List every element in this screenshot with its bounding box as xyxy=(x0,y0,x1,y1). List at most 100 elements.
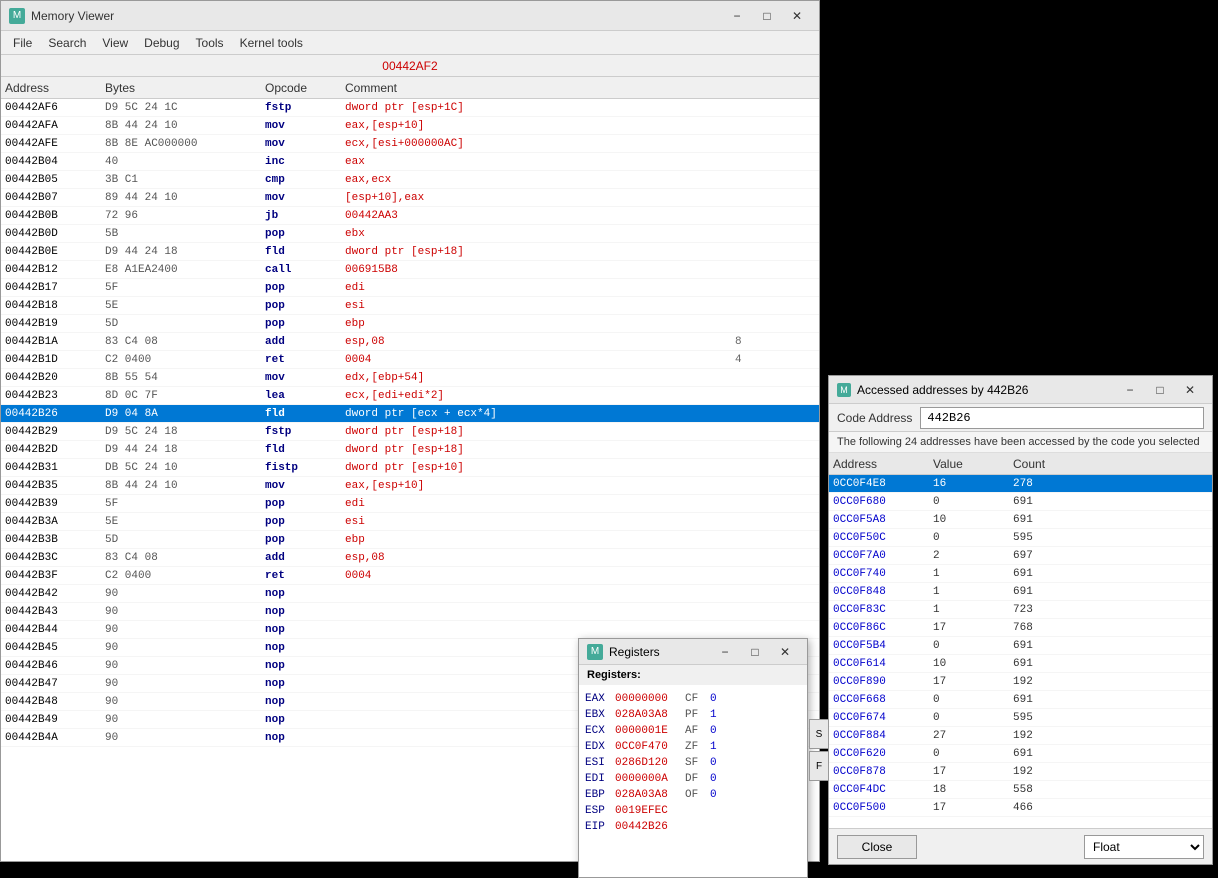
disasm-row[interactable]: 00442B4290nop xyxy=(1,585,819,603)
disasm-cell-addr: 00442B0B xyxy=(5,210,105,222)
accessed-row[interactable]: 0CC0F6200691 xyxy=(829,745,1212,763)
accessed-row[interactable]: 0CC0F86C17768 xyxy=(829,619,1212,637)
accessed-row[interactable]: 0CC0F83C1723 xyxy=(829,601,1212,619)
dialog-title-left: M Accessed addresses by 442B26 xyxy=(837,383,1028,397)
accessed-row[interactable]: 0CC0F4E816278 xyxy=(829,475,1212,493)
disasm-cell-addr: 00442AFA xyxy=(5,120,105,132)
disasm-row[interactable]: 00442B175Fpopedi xyxy=(1,279,819,297)
disasm-row[interactable]: 00442AFA8B 44 24 10moveax,[esp+10] xyxy=(1,117,819,135)
disasm-row[interactable]: 00442B0440inceax xyxy=(1,153,819,171)
disasm-row[interactable]: 00442B3C83 C4 08addesp,08 xyxy=(1,549,819,567)
col-header-accessed-count: Count xyxy=(1013,457,1188,471)
disasm-row[interactable]: 00442B4490nop xyxy=(1,621,819,639)
accessed-row[interactable]: 0CC0F50017466 xyxy=(829,799,1212,817)
disasm-row[interactable]: 00442B3FC2 0400ret0004 xyxy=(1,567,819,585)
accessed-row[interactable]: 0CC0F87817192 xyxy=(829,763,1212,781)
accessed-row[interactable]: 0CC0F6740595 xyxy=(829,709,1212,727)
disasm-row[interactable]: 00442B195Dpopebp xyxy=(1,315,819,333)
reg-minimize-button[interactable]: − xyxy=(711,642,739,662)
disasm-row[interactable]: 00442B0D5Bpopebx xyxy=(1,225,819,243)
disasm-row[interactable]: 00442AFE8B 8E AC000000movecx,[esi+000000… xyxy=(1,135,819,153)
register-row: EIP00442B26 xyxy=(585,819,801,835)
disasm-cell-bytes: 5B xyxy=(105,228,265,240)
disasm-row[interactable]: 00442B29D9 5C 24 18fstpdword ptr [esp+18… xyxy=(1,423,819,441)
accessed-cell-value: 0 xyxy=(933,640,1013,652)
menu-search[interactable]: Search xyxy=(40,34,94,52)
register-name: EBX xyxy=(585,709,615,721)
accessed-cell-count: 691 xyxy=(1013,658,1208,670)
code-address-input[interactable]: 442B26 xyxy=(920,407,1204,429)
menu-view[interactable]: View xyxy=(94,34,136,52)
disasm-row[interactable]: 00442B1DC2 0400ret00044 xyxy=(1,351,819,369)
register-value: 0000000A xyxy=(615,773,685,785)
menu-kernel[interactable]: Kernel tools xyxy=(232,34,311,52)
close-button[interactable]: ✕ xyxy=(783,6,811,26)
disasm-cell-bytes: D9 44 24 18 xyxy=(105,444,265,456)
disasm-cell-addr: 00442B31 xyxy=(5,462,105,474)
disasm-row[interactable]: 00442B26D9 04 8Aflddword ptr [ecx + ecx*… xyxy=(1,405,819,423)
code-address-row: Code Address 442B26 xyxy=(829,404,1212,432)
minimize-button[interactable]: − xyxy=(723,6,751,26)
disasm-row[interactable]: 00442B31DB 5C 24 10fistpdword ptr [esp+1… xyxy=(1,459,819,477)
disasm-cell-opcode: pop xyxy=(265,300,345,312)
accessed-row[interactable]: 0CC0F88427192 xyxy=(829,727,1212,745)
accessed-row[interactable]: 0CC0F61410691 xyxy=(829,655,1212,673)
accessed-row[interactable]: 0CC0F7A02697 xyxy=(829,547,1212,565)
type-dropdown[interactable]: FloatIntegerHex xyxy=(1084,835,1204,859)
accessed-row[interactable]: 0CC0F4DC18558 xyxy=(829,781,1212,799)
accessed-minimize-button[interactable]: − xyxy=(1116,380,1144,400)
reg-maximize-button[interactable]: □ xyxy=(741,642,769,662)
accessed-cell-addr: 0CC0F674 xyxy=(833,712,933,724)
accessed-row[interactable]: 0CC0F6800691 xyxy=(829,493,1212,511)
accessed-row[interactable]: 0CC0F89017192 xyxy=(829,673,1212,691)
accessed-table[interactable]: 0CC0F4E8162780CC0F68006910CC0F5A8106910C… xyxy=(829,475,1212,828)
maximize-button[interactable]: □ xyxy=(753,6,781,26)
dialog-footer: Close FloatIntegerHex xyxy=(829,828,1212,864)
disasm-row[interactable]: 00442B1A83 C4 08addesp,088 xyxy=(1,333,819,351)
disasm-row[interactable]: 00442B2DD9 44 24 18flddword ptr [esp+18] xyxy=(1,441,819,459)
disasm-row[interactable]: 00442B0789 44 24 10mov[esp+10],eax xyxy=(1,189,819,207)
accessed-cell-addr: 0CC0F668 xyxy=(833,694,933,706)
close-dialog-button[interactable]: Close xyxy=(837,835,917,859)
accessed-cell-value: 17 xyxy=(933,622,1013,634)
disasm-row[interactable]: 00442B12E8 A1EA2400call006915B8 xyxy=(1,261,819,279)
menu-file[interactable]: File xyxy=(5,34,40,52)
disasm-row[interactable]: 00442B208B 55 54movedx,[ebp+54] xyxy=(1,369,819,387)
disasm-row[interactable]: 00442B053B C1cmpeax,ecx xyxy=(1,171,819,189)
disasm-cell-bytes: DB 5C 24 10 xyxy=(105,462,265,474)
flag-name: DF xyxy=(685,773,710,785)
disasm-row[interactable]: 00442B358B 44 24 10moveax,[esp+10] xyxy=(1,477,819,495)
disasm-row[interactable]: 00442AF6D9 5C 24 1Cfstpdword ptr [esp+1C… xyxy=(1,99,819,117)
accessed-row[interactable]: 0CC0F50C0595 xyxy=(829,529,1212,547)
reg-close-button[interactable]: ✕ xyxy=(771,642,799,662)
disasm-cell-opcode: nop xyxy=(265,588,345,600)
accessed-row[interactable]: 0CC0F5A810691 xyxy=(829,511,1212,529)
accessed-row[interactable]: 0CC0F8481691 xyxy=(829,583,1212,601)
disasm-row[interactable]: 00442B4390nop xyxy=(1,603,819,621)
disasm-cell-bytes: 90 xyxy=(105,714,265,726)
reg-s-button[interactable]: S xyxy=(809,719,829,749)
menu-tools[interactable]: Tools xyxy=(188,34,232,52)
accessed-cell-value: 0 xyxy=(933,496,1013,508)
accessed-row[interactable]: 0CC0F6680691 xyxy=(829,691,1212,709)
disasm-row[interactable]: 00442B3B5Dpopebp xyxy=(1,531,819,549)
accessed-close-button[interactable]: ✕ xyxy=(1176,380,1204,400)
accessed-row[interactable]: 0CC0F7401691 xyxy=(829,565,1212,583)
disasm-row[interactable]: 00442B185Epopesi xyxy=(1,297,819,315)
menu-debug[interactable]: Debug xyxy=(136,34,187,52)
accessed-row[interactable]: 0CC0F5B40691 xyxy=(829,637,1212,655)
accessed-cell-value: 0 xyxy=(933,748,1013,760)
disasm-row[interactable]: 00442B0B72 96jb00442AA3 xyxy=(1,207,819,225)
disasm-row[interactable]: 00442B0ED9 44 24 18flddword ptr [esp+18] xyxy=(1,243,819,261)
disasm-cell-opcode: ret xyxy=(265,354,345,366)
disasm-row[interactable]: 00442B395Fpopedi xyxy=(1,495,819,513)
disasm-row[interactable]: 00442B238D 0C 7Fleaecx,[edi+edi*2] xyxy=(1,387,819,405)
disasm-row[interactable]: 00442B3A5Epopesi xyxy=(1,513,819,531)
disasm-cell-bytes: 90 xyxy=(105,642,265,654)
register-name: ESP xyxy=(585,805,615,817)
accessed-maximize-button[interactable]: □ xyxy=(1146,380,1174,400)
reg-f-button[interactable]: F xyxy=(809,751,829,781)
registers-content: EAX00000000CF0EBX028A03A8PF1ECX0000001EA… xyxy=(579,685,807,877)
accessed-cell-count: 691 xyxy=(1013,514,1208,526)
accessed-cell-addr: 0CC0F5B4 xyxy=(833,640,933,652)
